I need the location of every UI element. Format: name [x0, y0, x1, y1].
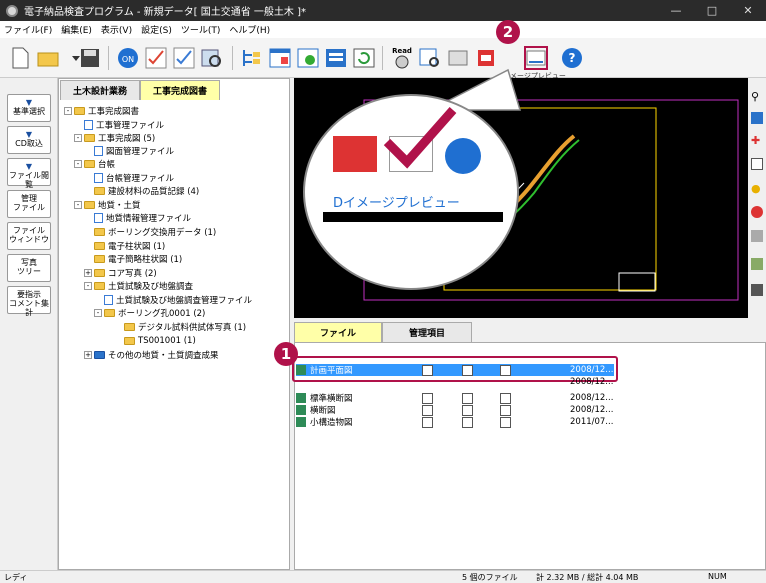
checkbox[interactable]	[500, 405, 511, 416]
file-name: 小構造物図	[310, 418, 353, 428]
table-row[interactable]: 小構造物図 2011/07...	[296, 416, 616, 428]
status-ready: レディ	[4, 573, 28, 582]
file-date: 2008/12...	[570, 365, 614, 375]
file-date: 2008/12...	[570, 377, 614, 387]
file-date: 2011/07...	[570, 417, 614, 427]
file-date: 2008/12...	[570, 393, 614, 403]
file-name: 横断図	[310, 406, 336, 416]
table-row[interactable]: 標準横断図 2008/12...	[296, 392, 616, 404]
list-tabs: ファイル 管理項目	[294, 322, 472, 342]
file-name: 標準横断図	[310, 394, 353, 404]
file-name: 計画平面図	[310, 366, 353, 376]
checkbox[interactable]	[422, 417, 433, 428]
table-row[interactable]: 横断図 2008/12...	[296, 404, 616, 416]
tab-file[interactable]: ファイル	[294, 322, 382, 342]
checkbox[interactable]	[462, 365, 473, 376]
drawing-file-icon	[296, 405, 306, 415]
drawing-file-icon	[296, 365, 306, 375]
checkbox[interactable]	[500, 417, 511, 428]
zoom-callout: Dイメージプレビュー	[303, 94, 519, 290]
checkbox[interactable]	[422, 405, 433, 416]
checkmark-icon	[383, 107, 457, 169]
checkbox[interactable]	[462, 405, 473, 416]
checkbox[interactable]	[462, 393, 473, 404]
checkbox[interactable]	[500, 393, 511, 404]
status-bar: レディ 5 個のファイル 計 2.32 MB / 総計 4.04 MB NUM	[0, 570, 766, 583]
preview-bar	[323, 212, 503, 222]
checkbox[interactable]	[422, 365, 433, 376]
image-preview-label: Dイメージプレビュー	[333, 196, 460, 211]
table-row[interactable]: 2008/12...	[296, 376, 616, 388]
checkbox[interactable]	[500, 365, 511, 376]
checkbox[interactable]	[462, 417, 473, 428]
file-date: 2008/12...	[570, 405, 614, 415]
table-row[interactable]: 計画平面図 2008/12...	[296, 364, 616, 376]
step-badge-1: 1	[274, 342, 298, 366]
status-size: 計 2.32 MB / 総計 4.04 MB	[536, 573, 639, 582]
report-icon-large	[333, 136, 377, 172]
status-file-count: 5 個のファイル	[462, 573, 518, 582]
tab-management-items[interactable]: 管理項目	[382, 322, 472, 342]
drawing-file-icon	[296, 417, 306, 427]
step-badge-2: 2	[496, 20, 520, 44]
drawing-file-icon	[296, 393, 306, 403]
status-num: NUM	[708, 572, 727, 581]
checkbox[interactable]	[422, 393, 433, 404]
